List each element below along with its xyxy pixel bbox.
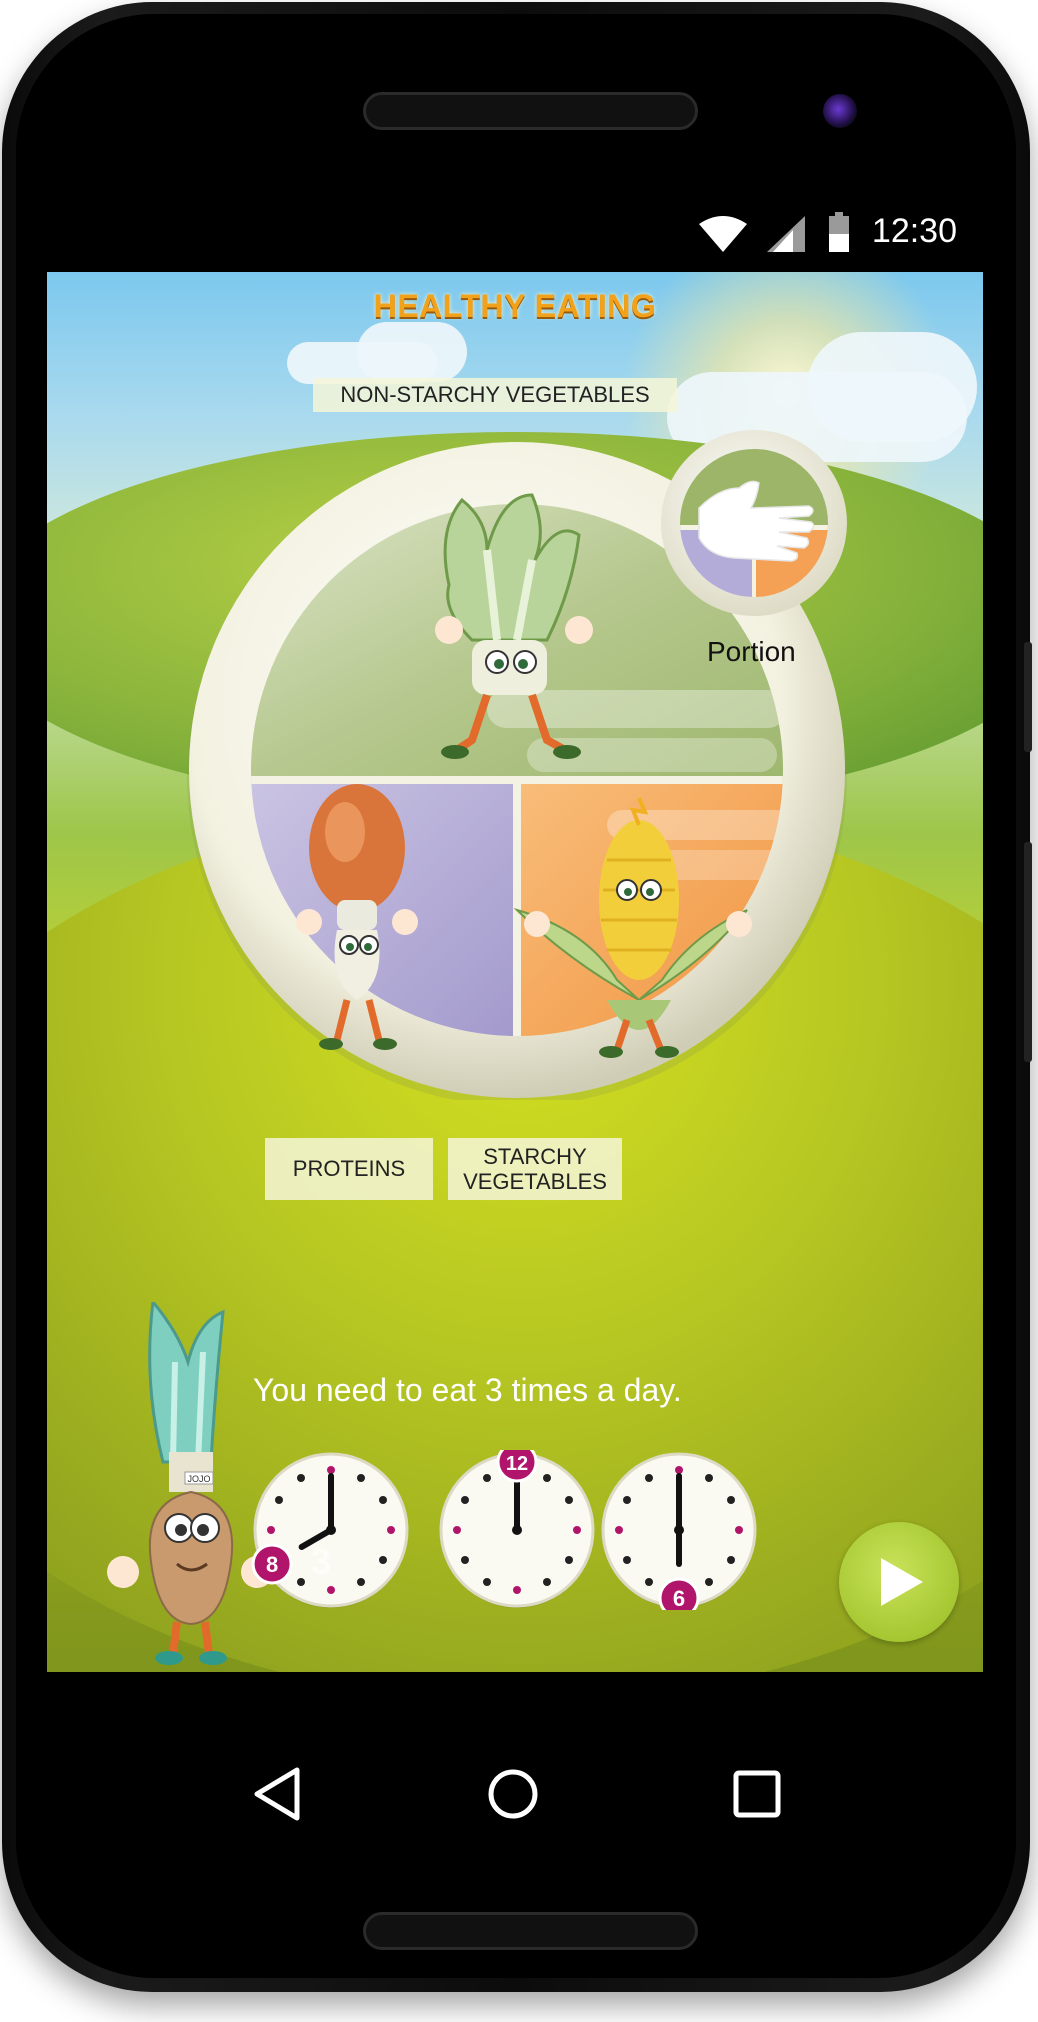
clock-tick <box>623 1556 631 1564</box>
clock-tick <box>483 1474 491 1482</box>
clock-tick <box>735 1526 743 1534</box>
clock-tick <box>727 1556 735 1564</box>
next-button[interactable] <box>839 1522 959 1642</box>
portion-hand-button[interactable] <box>659 428 849 618</box>
cloud <box>357 322 467 382</box>
meal-frequency-text: You need to eat 3 times a day. <box>253 1372 682 1408</box>
front-camera <box>823 94 857 128</box>
clock-watermark: 3 <box>311 1541 331 1582</box>
back-icon[interactable] <box>247 1764 307 1824</box>
clock-tick <box>461 1556 469 1564</box>
clock-tick <box>727 1496 735 1504</box>
clock-hour-label: 8 <box>266 1552 278 1577</box>
portion-label: Portion <box>707 636 796 667</box>
clock-tick <box>453 1526 461 1534</box>
clock-6: 6 <box>601 1452 757 1610</box>
clock-tick <box>675 1466 683 1474</box>
power-button <box>1024 642 1032 752</box>
clock-tick <box>645 1474 653 1482</box>
clock-tick <box>543 1474 551 1482</box>
home-icon[interactable] <box>483 1764 543 1824</box>
clock-tick <box>623 1496 631 1504</box>
battery-icon <box>829 212 849 252</box>
recents-icon[interactable] <box>727 1764 787 1824</box>
clock-tick <box>461 1496 469 1504</box>
clock-tick <box>615 1526 623 1534</box>
clock-tick <box>357 1474 365 1482</box>
cell-signal-icon <box>767 216 805 252</box>
app-screen: HEALTHY EATING NON-STARCHY VEGETABLES Po… <box>47 272 983 1672</box>
status-bar: 12:30 <box>47 200 983 272</box>
clock-tick <box>513 1586 521 1594</box>
clock-tick <box>379 1496 387 1504</box>
clock-tick <box>297 1578 305 1586</box>
clock-8: 83 <box>251 1452 409 1608</box>
label-non-starchy-vegetables[interactable]: NON-STARCHY VEGETABLES <box>313 378 677 412</box>
clock-hour-label: 12 <box>506 1453 528 1475</box>
status-time: 12:30 <box>871 212 957 250</box>
clock-tick <box>565 1496 573 1504</box>
clock-tick <box>379 1556 387 1564</box>
label-proteins[interactable]: PROTEINS <box>265 1138 433 1200</box>
jojo-name-tag: JOJO <box>187 1474 210 1484</box>
clock-tick <box>387 1526 395 1534</box>
clock-tick <box>645 1578 653 1586</box>
bottom-speaker <box>363 1912 698 1950</box>
clock-tick <box>327 1466 335 1474</box>
clock-hour-label: 6 <box>673 1586 685 1610</box>
clock-tick <box>327 1586 335 1594</box>
clock-12: 12 <box>439 1450 595 1608</box>
clock-tick <box>357 1578 365 1586</box>
clock-tick <box>705 1578 713 1586</box>
earpiece-speaker <box>363 92 698 130</box>
clock-tick <box>543 1578 551 1586</box>
clock-tick <box>297 1474 305 1482</box>
clock-tick <box>483 1578 491 1586</box>
clock-tick <box>267 1526 275 1534</box>
label-starchy-vegetables[interactable]: STARCHY VEGETABLES <box>448 1138 622 1200</box>
clock-tick <box>573 1526 581 1534</box>
play-icon <box>881 1558 923 1606</box>
clock-tick <box>565 1556 573 1564</box>
wifi-icon <box>699 216 747 252</box>
jojo-mascot: JOJO <box>107 1302 273 1665</box>
navigation-bar <box>47 1672 983 1892</box>
clock-tick <box>275 1496 283 1504</box>
clock-tick <box>705 1474 713 1482</box>
cloud <box>807 332 977 442</box>
page-title: HEALTHY EATING <box>373 288 657 324</box>
volume-rocker <box>1024 842 1032 1062</box>
